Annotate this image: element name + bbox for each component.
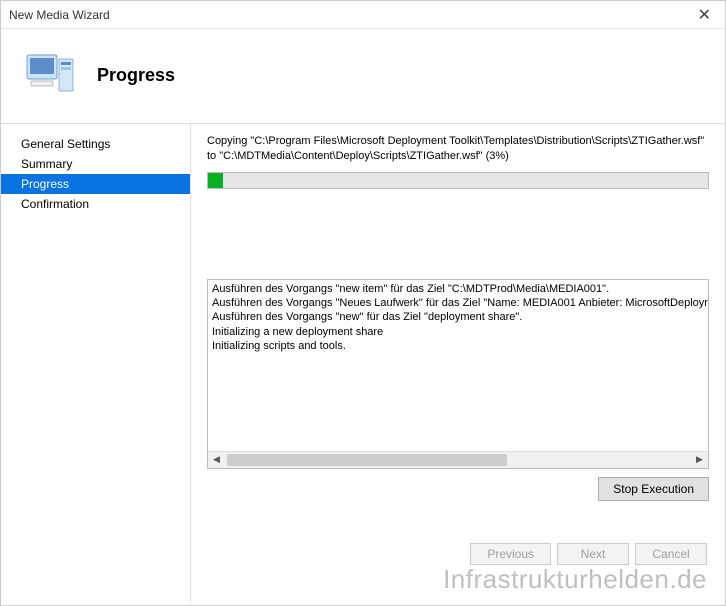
scroll-left-icon[interactable]: ◀ bbox=[208, 452, 225, 468]
log-panel: Ausführen des Vorgangs "new item" für da… bbox=[207, 279, 709, 469]
progress-bar bbox=[207, 172, 709, 189]
watermark: Infrastrukturhelden.de bbox=[443, 564, 707, 595]
sidebar-item-confirmation[interactable]: Confirmation bbox=[1, 194, 190, 214]
status-text: Copying "C:\Program Files\Microsoft Depl… bbox=[207, 134, 709, 164]
log-line: Ausführen des Vorgangs "new" für das Zie… bbox=[212, 310, 704, 324]
computer-icon bbox=[21, 47, 77, 103]
close-icon[interactable]: ✕ bbox=[692, 3, 717, 27]
titlebar: New Media Wizard ✕ bbox=[1, 1, 725, 29]
main-panel: Copying "C:\Program Files\Microsoft Depl… bbox=[191, 124, 725, 602]
log-line: Initializing a new deployment share bbox=[212, 325, 704, 339]
scroll-thumb[interactable] bbox=[227, 454, 507, 466]
wizard-header: Progress bbox=[1, 29, 725, 123]
progress-bar-fill bbox=[208, 173, 223, 188]
wizard-footer-buttons: Previous Next Cancel bbox=[470, 543, 707, 565]
scroll-right-icon[interactable]: ▶ bbox=[691, 452, 708, 468]
horizontal-scrollbar[interactable]: ◀ ▶ bbox=[208, 451, 708, 468]
scroll-track[interactable] bbox=[225, 452, 691, 468]
log-line: Ausführen des Vorgangs "new item" für da… bbox=[212, 282, 704, 296]
next-button[interactable]: Next bbox=[557, 543, 629, 565]
cancel-button[interactable]: Cancel bbox=[635, 543, 707, 565]
sidebar-item-general-settings[interactable]: General Settings bbox=[1, 134, 190, 154]
status-line-2: to "C:\MDTMedia\Content\Deploy\Scripts\Z… bbox=[207, 149, 709, 164]
stop-execution-button[interactable]: Stop Execution bbox=[598, 477, 709, 501]
sidebar-item-summary[interactable]: Summary bbox=[1, 154, 190, 174]
window-title: New Media Wizard bbox=[9, 8, 110, 22]
status-line-1: Copying "C:\Program Files\Microsoft Depl… bbox=[207, 134, 709, 149]
sidebar-item-progress[interactable]: Progress bbox=[1, 174, 190, 194]
log-line: Ausführen des Vorgangs "Neues Laufwerk" … bbox=[212, 296, 704, 310]
page-title: Progress bbox=[97, 65, 175, 86]
log-line: Initializing scripts and tools. bbox=[212, 339, 704, 353]
log-content: Ausführen des Vorgangs "new item" für da… bbox=[208, 280, 708, 451]
sidebar: General Settings Summary Progress Confir… bbox=[1, 124, 191, 602]
previous-button[interactable]: Previous bbox=[470, 543, 551, 565]
